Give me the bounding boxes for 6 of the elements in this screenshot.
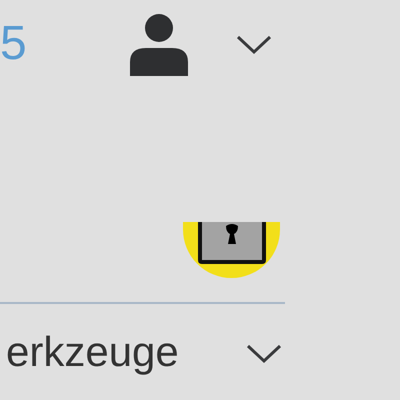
lock-icon bbox=[198, 222, 266, 264]
count-text: 5 bbox=[0, 20, 28, 68]
chevron-down-icon[interactable] bbox=[236, 34, 272, 56]
chevron-down-icon bbox=[246, 343, 282, 365]
tools-menu[interactable]: erkzeuge bbox=[0, 304, 290, 400]
user-icon[interactable] bbox=[130, 14, 188, 76]
